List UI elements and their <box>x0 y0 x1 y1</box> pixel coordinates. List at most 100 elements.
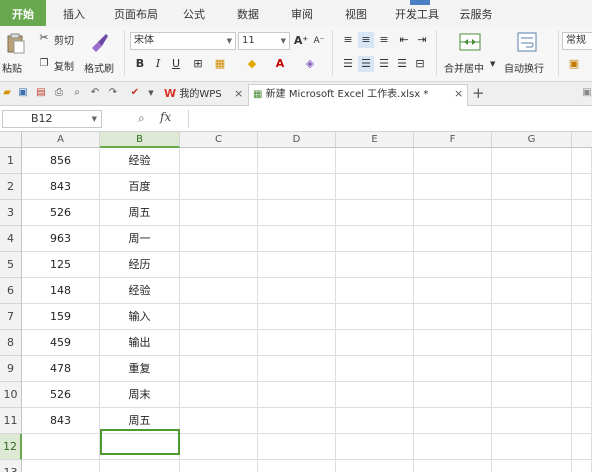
empty-cell[interactable] <box>414 460 492 472</box>
empty-cell[interactable] <box>258 330 336 356</box>
align-middle-icon[interactable]: ≡ <box>358 32 374 48</box>
zoom-icon[interactable]: ⌕ <box>138 111 145 126</box>
cell-a[interactable]: 963 <box>22 226 100 252</box>
cell-a[interactable]: 148 <box>22 278 100 304</box>
select-all-corner[interactable] <box>0 132 22 148</box>
tab-formulas[interactable]: 公式 <box>172 0 216 26</box>
empty-cell[interactable] <box>572 200 592 226</box>
empty-cell[interactable] <box>492 434 572 460</box>
distributed-icon[interactable]: ⊟ <box>412 56 428 72</box>
bold-button[interactable]: B <box>132 56 148 72</box>
align-right-icon[interactable]: ☰ <box>376 56 392 72</box>
empty-cell[interactable] <box>258 278 336 304</box>
cell-a[interactable]: 125 <box>22 252 100 278</box>
cell-b[interactable]: 经验 <box>100 148 180 174</box>
empty-cell[interactable] <box>572 252 592 278</box>
cell-b[interactable]: 经历 <box>100 252 180 278</box>
row-header[interactable]: 13 <box>0 460 22 472</box>
empty-cell[interactable] <box>572 226 592 252</box>
empty-cell[interactable] <box>492 278 572 304</box>
cell-a[interactable] <box>22 434 100 460</box>
cell-a[interactable]: 526 <box>22 382 100 408</box>
fill-color-icon[interactable]: ▦ <box>212 56 228 72</box>
empty-cell[interactable] <box>258 226 336 252</box>
print-preview-icon[interactable]: ⌕ <box>70 86 84 100</box>
column-header-a[interactable]: A <box>22 132 100 148</box>
column-header-f[interactable]: F <box>414 132 492 148</box>
name-box[interactable]: B12 ▼ <box>2 110 102 128</box>
empty-cell[interactable] <box>572 148 592 174</box>
empty-cell[interactable] <box>572 304 592 330</box>
cell-b[interactable]: 输出 <box>100 330 180 356</box>
empty-cell[interactable] <box>492 148 572 174</box>
empty-cell[interactable] <box>180 148 258 174</box>
empty-cell[interactable] <box>258 434 336 460</box>
tab-workbook[interactable]: ▦ 新建 Microsoft Excel 工作表.xlsx * <box>248 84 468 106</box>
column-header-b[interactable]: B <box>100 132 180 148</box>
empty-cell[interactable] <box>414 356 492 382</box>
cell-a[interactable]: 459 <box>22 330 100 356</box>
row-header[interactable]: 5 <box>0 252 22 278</box>
empty-cell[interactable] <box>258 460 336 472</box>
empty-cell[interactable] <box>180 434 258 460</box>
empty-cell[interactable] <box>336 278 414 304</box>
empty-cell[interactable] <box>180 200 258 226</box>
clear-format-icon[interactable]: ◈ <box>302 56 318 72</box>
row-header[interactable]: 2 <box>0 174 22 200</box>
empty-cell[interactable] <box>414 148 492 174</box>
customize-toolbar-icon[interactable]: ✔ <box>128 86 142 100</box>
empty-cell[interactable] <box>572 356 592 382</box>
empty-cell[interactable] <box>180 304 258 330</box>
redo-icon[interactable]: ↷ <box>106 86 120 100</box>
indent-decrease-icon[interactable]: ⇤ <box>396 32 412 48</box>
align-center-icon[interactable]: ☰ <box>358 56 374 72</box>
row-header[interactable]: 9 <box>0 356 22 382</box>
empty-cell[interactable] <box>492 408 572 434</box>
empty-cell[interactable] <box>414 330 492 356</box>
cell-a[interactable]: 843 <box>22 408 100 434</box>
formula-input[interactable] <box>188 110 592 128</box>
empty-cell[interactable] <box>258 200 336 226</box>
border-icon[interactable]: ⊞ <box>190 56 206 72</box>
grow-font-button[interactable]: A⁺ <box>293 33 309 49</box>
empty-cell[interactable] <box>414 174 492 200</box>
tab-page-layout[interactable]: 页面布局 <box>104 0 168 26</box>
justify-icon[interactable]: ☰ <box>394 56 410 72</box>
empty-cell[interactable] <box>180 252 258 278</box>
empty-cell[interactable] <box>414 226 492 252</box>
paste-button[interactable]: 粘贴 <box>2 28 30 78</box>
column-header-e[interactable]: E <box>336 132 414 148</box>
cell-a[interactable]: 159 <box>22 304 100 330</box>
cell-b[interactable]: 输入 <box>100 304 180 330</box>
cell-a[interactable]: 526 <box>22 200 100 226</box>
export-pdf-icon[interactable]: ▤ <box>34 86 48 100</box>
empty-cell[interactable] <box>336 356 414 382</box>
empty-cell[interactable] <box>572 408 592 434</box>
empty-cell[interactable] <box>258 408 336 434</box>
empty-cell[interactable] <box>180 460 258 472</box>
empty-cell[interactable] <box>414 382 492 408</box>
font-name-select[interactable]: 宋体 ▼ <box>130 32 236 50</box>
cell-b[interactable]: 周一 <box>100 226 180 252</box>
empty-cell[interactable] <box>414 304 492 330</box>
highlight-icon[interactable]: ◆ <box>244 56 260 72</box>
new-tab-button[interactable]: + <box>472 84 485 102</box>
cell-b[interactable]: 周末 <box>100 382 180 408</box>
empty-cell[interactable] <box>492 330 572 356</box>
empty-cell[interactable] <box>336 226 414 252</box>
empty-cell[interactable] <box>414 278 492 304</box>
empty-cell[interactable] <box>336 148 414 174</box>
empty-cell[interactable] <box>492 200 572 226</box>
empty-cell[interactable] <box>258 356 336 382</box>
menu-icon[interactable]: ▣ <box>580 86 592 100</box>
undo-icon[interactable]: ↶ <box>88 86 102 100</box>
wrap-text-button[interactable]: 自动换行 <box>502 28 552 78</box>
empty-cell[interactable] <box>336 434 414 460</box>
empty-cell[interactable] <box>572 434 592 460</box>
cell-b[interactable]: 重复 <box>100 356 180 382</box>
empty-cell[interactable] <box>336 330 414 356</box>
chevron-down-icon[interactable]: ▼ <box>144 86 158 100</box>
empty-cell[interactable] <box>180 226 258 252</box>
tab-insert[interactable]: 插入 <box>52 0 96 26</box>
empty-cell[interactable] <box>414 200 492 226</box>
